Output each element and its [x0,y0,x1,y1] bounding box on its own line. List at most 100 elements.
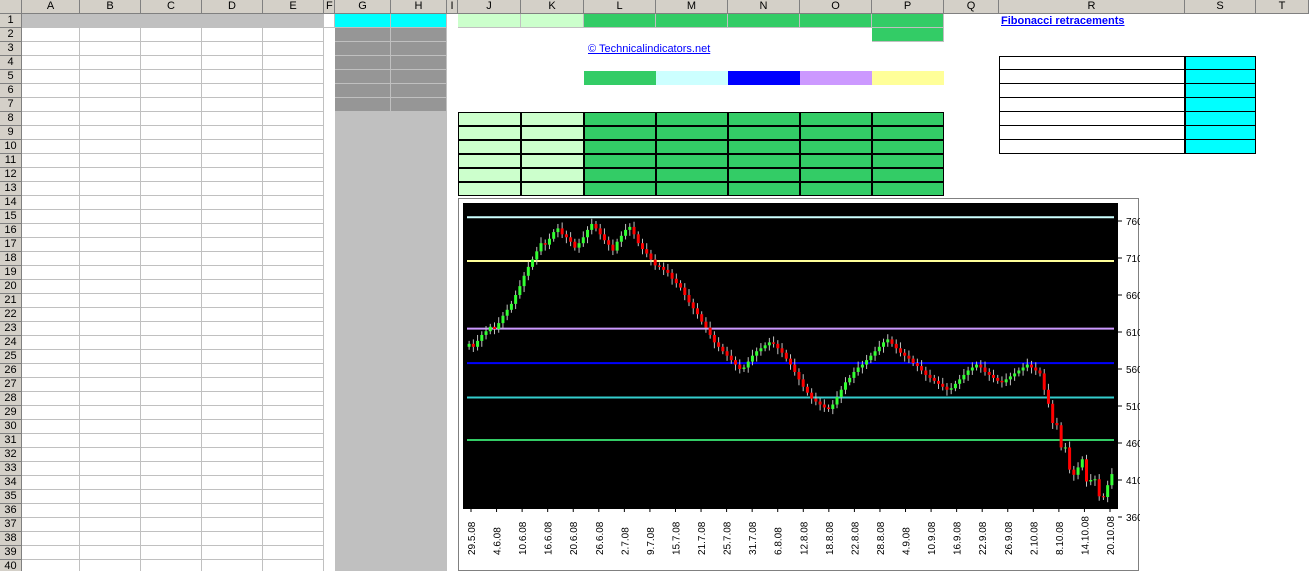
row-header-40[interactable]: 40 [0,560,22,571]
cell-high[interactable] [141,196,202,210]
side-value-input[interactable] [1185,126,1256,140]
gh-high-empty-5[interactable] [335,70,391,84]
cell-h-low[interactable] [391,406,447,420]
cell-g-high[interactable] [335,504,391,518]
cell-date[interactable] [22,476,80,490]
row-header-26[interactable]: 26 [0,364,22,378]
cell-high[interactable] [141,504,202,518]
cell-open[interactable] [80,462,141,476]
cell-h-low[interactable] [391,252,447,266]
cell-close[interactable] [263,280,324,294]
row-header-21[interactable]: 21 [0,294,22,308]
row-header-37[interactable]: 37 [0,518,22,532]
fib-cell-m[interactable] [656,154,728,168]
header-o[interactable] [800,14,872,28]
column-header-o[interactable]: O [800,0,872,14]
cell-open[interactable] [80,378,141,392]
cell-low[interactable] [202,476,263,490]
gh-low-empty-2[interactable] [391,28,447,42]
cell-e6[interactable] [263,84,324,98]
cell-g-high[interactable] [335,420,391,434]
cell-b5[interactable] [80,70,141,84]
fibonacci-title-link[interactable]: Fibonacci retracements [999,15,1183,29]
cell-e4[interactable] [263,56,324,70]
cell-low[interactable] [202,238,263,252]
fib-cell-l[interactable] [584,154,656,168]
cell-open[interactable] [80,182,141,196]
row-header-25[interactable]: 25 [0,350,22,364]
cell-b7[interactable] [80,98,141,112]
fib-cell-k[interactable] [521,126,584,140]
cell-h-low[interactable] [391,350,447,364]
cell-high[interactable] [141,518,202,532]
header-l[interactable] [584,14,656,28]
fib-cell-j[interactable] [458,112,521,126]
column-header-c[interactable]: C [141,0,202,14]
cell-date[interactable] [22,224,80,238]
cell-open[interactable] [80,364,141,378]
cell-open[interactable] [80,126,141,140]
cell-high[interactable] [141,546,202,560]
cell-open[interactable] [80,280,141,294]
cell-close[interactable] [263,378,324,392]
cell-open[interactable] [80,504,141,518]
fib-cell-k[interactable] [521,182,584,196]
header-m[interactable] [656,14,728,28]
column-header-g[interactable]: G [335,0,391,14]
cell-close[interactable] [263,392,324,406]
fib-cell-p[interactable] [872,126,944,140]
cell-low[interactable] [202,462,263,476]
fibonacci-chart[interactable]: 760,00 710,00 660,00 610,00 560,00 510,00 460,… [458,198,1140,571]
header-h[interactable] [391,14,447,28]
cell-g-high[interactable] [335,336,391,350]
cell-high[interactable] [141,448,202,462]
column-header-e[interactable]: E [263,0,324,14]
cell-low[interactable] [202,280,263,294]
cell-c2[interactable] [141,28,202,42]
fib-cell-l[interactable] [584,168,656,182]
side-value-input[interactable] [1185,112,1256,126]
cell-g-high[interactable] [335,378,391,392]
cell-low[interactable] [202,140,263,154]
cell-high[interactable] [141,406,202,420]
cell-close[interactable] [263,420,324,434]
header-p[interactable] [872,14,944,28]
column-header-a[interactable]: A [22,0,80,14]
cell-high[interactable] [141,378,202,392]
column-header-q[interactable]: Q [944,0,999,14]
row-header-16[interactable]: 16 [0,224,22,238]
corner-cell[interactable] [0,0,22,14]
cell-g-high[interactable] [335,238,391,252]
cell-open[interactable] [80,266,141,280]
cell-open[interactable] [80,154,141,168]
row-header-8[interactable]: 8 [0,112,22,126]
cell-d6[interactable] [202,84,263,98]
cell-high[interactable] [141,210,202,224]
fib-cell-n[interactable] [728,140,800,154]
cell-date[interactable] [22,154,80,168]
cell-date[interactable] [22,504,80,518]
fib-cell-o[interactable] [800,112,872,126]
fib-cell-n[interactable] [728,168,800,182]
cell-open[interactable] [80,518,141,532]
cell-h-low[interactable] [391,168,447,182]
row-header-15[interactable]: 15 [0,210,22,224]
cell-h-low[interactable] [391,518,447,532]
cell-date[interactable] [22,336,80,350]
cell-high[interactable] [141,280,202,294]
fib-cell-m[interactable] [656,168,728,182]
cell-close[interactable] [263,322,324,336]
cell-low[interactable] [202,504,263,518]
cell-g-high[interactable] [335,518,391,532]
gh-low-empty-4[interactable] [391,56,447,70]
cell-high[interactable] [141,350,202,364]
fib-cell-l[interactable] [584,182,656,196]
cell-h-low[interactable] [391,308,447,322]
cell-open[interactable] [80,434,141,448]
row-header-34[interactable]: 34 [0,476,22,490]
fib-cell-j[interactable] [458,126,521,140]
cell-open[interactable] [80,252,141,266]
cell-close[interactable] [263,490,324,504]
fib-cell-p[interactable] [872,182,944,196]
cell-date[interactable] [22,560,80,571]
